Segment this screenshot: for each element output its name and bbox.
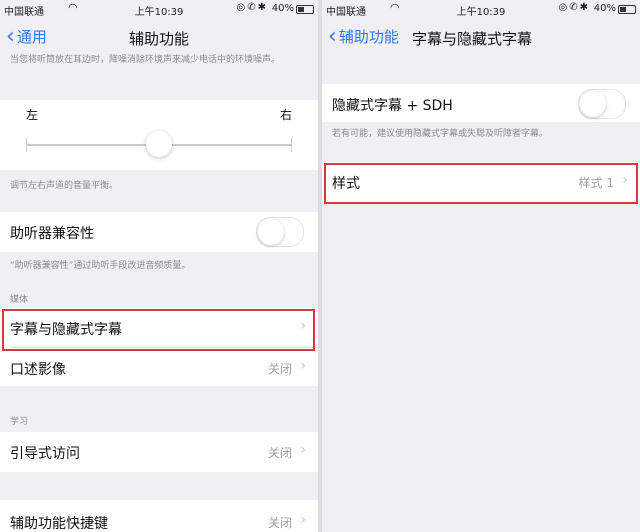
navigation-bar: ‹ 辅助功能 字幕与隐藏式字幕 <box>322 18 640 56</box>
battery-icon <box>618 5 636 14</box>
balance-right-label: 右 <box>279 108 292 122</box>
balance-slider-knob[interactable] <box>146 131 172 157</box>
sdh-toggle[interactable] <box>578 89 626 119</box>
style-highlight-box <box>324 163 638 204</box>
sdh-row: 隐藏式字幕 + SDH <box>322 84 640 122</box>
battery-percent: 40% <box>271 3 294 14</box>
status-bar: 中国联通 ◠ 上午10:39 ◎✆✱ 40% <box>322 0 640 18</box>
status-time: 上午10:39 <box>134 7 184 18</box>
status-time: 上午10:39 <box>456 7 506 18</box>
noise-cancel-footer: 当您将听筒放在耳边时，降噪消除环境声来减少电话中的环境噪声。 <box>10 55 281 65</box>
system-icons: ◎✆✱ <box>558 2 590 13</box>
chevron-right-icon: › <box>300 442 306 458</box>
navigation-bar: ‹ 通用 辅助功能 <box>0 18 318 56</box>
chevron-right-icon: › <box>300 512 306 528</box>
captions-highlight-box <box>2 309 315 351</box>
back-label: 辅助功能 <box>338 28 399 46</box>
system-icons: ◎✆✱ <box>236 2 268 13</box>
sdh-label: 隐藏式字幕 + SDH <box>332 98 453 114</box>
status-bar: 中国联通 ◠ 上午10:39 ◎✆✱ 40% <box>0 0 318 18</box>
balance-footer: 调节左右声道的音量平衡。 <box>10 181 119 191</box>
accessibility-screen: 中国联通 ◠ 上午10:39 ◎✆✱ 40% ‹ 通用 辅助功能 当您将听筒放在… <box>0 0 318 532</box>
hearing-aid-row: 助听器兼容性 <box>0 212 318 250</box>
slider-tick-left <box>26 138 27 152</box>
sdh-footer: 若有可能，建议使用隐藏式字幕或失聪及听障者字幕。 <box>332 129 549 139</box>
slider-tick-right <box>291 138 292 152</box>
chevron-right-icon: › <box>300 358 306 374</box>
back-button[interactable]: ‹ 辅助功能 <box>328 23 399 49</box>
chevron-left-icon: ‹ <box>328 23 337 49</box>
audio-description-label: 口述影像 <box>10 362 66 378</box>
learning-section-header: 学习 <box>10 417 29 427</box>
shortcut-group: 辅助功能快捷键 关闭 › <box>0 500 318 532</box>
learning-group: 引导式访问 关闭 › <box>0 432 318 472</box>
guided-access-label: 引导式访问 <box>10 446 80 462</box>
captions-screen: 中国联通 ◠ 上午10:39 ◎✆✱ 40% ‹ 辅助功能 字幕与隐藏式字幕 隐… <box>322 0 640 532</box>
page-title: 辅助功能 <box>128 30 189 48</box>
balance-slider[interactable] <box>26 131 292 157</box>
guided-access-value: 关闭 <box>267 446 292 460</box>
balance-group: 左 右 <box>0 100 318 170</box>
hearing-aid-group: 助听器兼容性 <box>0 212 318 252</box>
audio-description-value: 关闭 <box>267 362 292 376</box>
media-section-header: 媒体 <box>10 295 29 305</box>
audio-description-row[interactable]: 口述影像 关闭 › <box>0 348 318 386</box>
hearing-aid-footer: “助听器兼容性”通过助听手段改进音频质量。 <box>10 261 191 271</box>
accessibility-shortcut-value: 关闭 <box>267 516 292 530</box>
battery-icon <box>296 5 314 14</box>
guided-access-row[interactable]: 引导式访问 关闭 › <box>0 432 318 470</box>
accessibility-shortcut-row[interactable]: 辅助功能快捷键 关闭 › <box>0 502 318 532</box>
page-title: 字幕与隐藏式字幕 <box>412 30 533 48</box>
accessibility-shortcut-label: 辅助功能快捷键 <box>10 516 108 532</box>
battery-percent: 40% <box>593 3 616 14</box>
hearing-aid-label: 助听器兼容性 <box>10 226 94 242</box>
hearing-aid-toggle[interactable] <box>256 217 304 247</box>
balance-left-label: 左 <box>26 108 39 122</box>
sdh-group: 隐藏式字幕 + SDH <box>322 84 640 122</box>
